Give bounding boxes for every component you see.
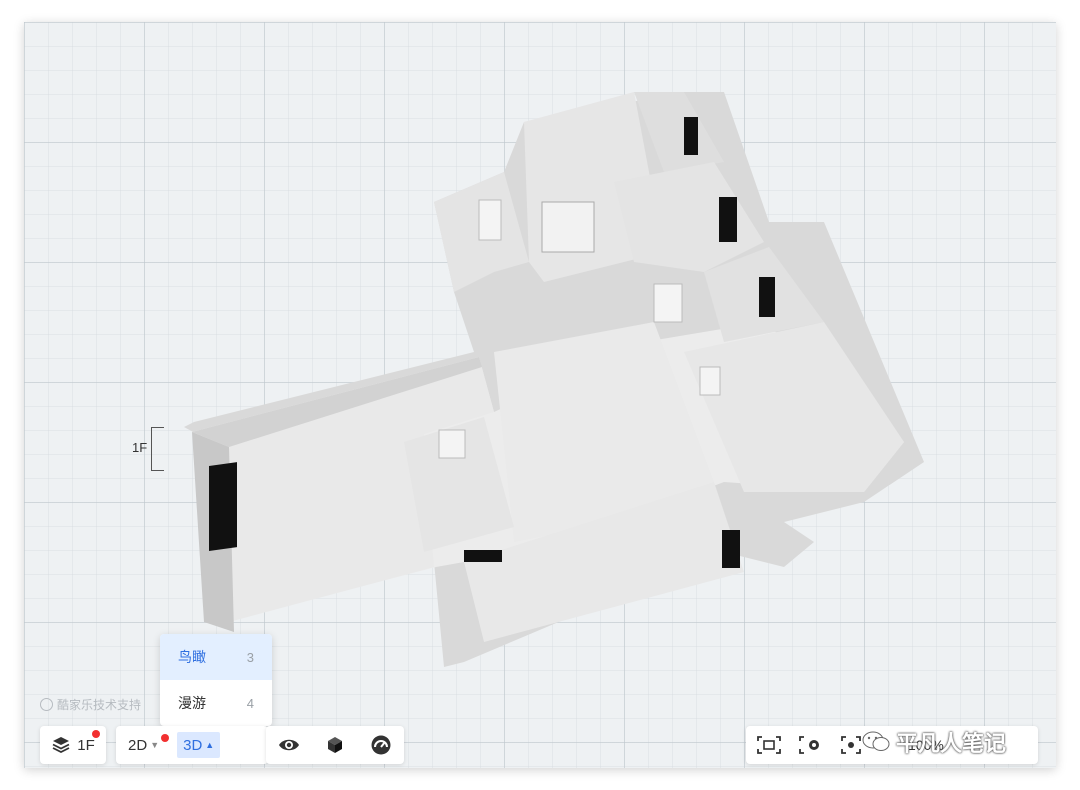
performance-button[interactable] — [370, 734, 392, 756]
floor-badge — [92, 730, 100, 738]
floor-button[interactable]: 1F — [40, 726, 106, 764]
window-right-1 — [684, 117, 698, 155]
crop-view-button[interactable] — [756, 735, 782, 755]
wechat-overlay: 平凡人笔记 — [862, 726, 1006, 758]
crop-view-icon — [757, 736, 781, 754]
door-3 — [653, 283, 683, 323]
floor-selector: 1F — [40, 726, 106, 764]
window-bottom-right — [722, 530, 740, 568]
floor-button-label: 1F — [77, 736, 95, 754]
gauge-icon — [371, 735, 391, 755]
window-bottom — [464, 550, 502, 562]
watermark-icon — [40, 698, 53, 711]
door-1 — [478, 199, 502, 241]
mode-3d-button[interactable]: 3D ▲ — [177, 732, 221, 758]
visibility-button[interactable] — [278, 734, 300, 756]
mode-2d-badge — [161, 734, 170, 742]
mode-2d-button[interactable]: 2D ▼ — [122, 732, 170, 758]
eye-icon — [279, 739, 299, 751]
caret-up-icon: ▲ — [205, 740, 215, 750]
floor-label: 1F — [132, 440, 148, 455]
mode-3d-label: 3D — [183, 736, 203, 754]
view-mode-menu: 鸟瞰 3 漫游 4 — [160, 634, 272, 726]
door-2 — [438, 429, 466, 459]
cube-button[interactable] — [324, 734, 346, 756]
menu-item-count: 3 — [246, 649, 254, 665]
cube-icon — [328, 737, 342, 753]
mode-2d-label: 2D — [128, 736, 148, 754]
focus-icon — [841, 736, 861, 754]
door-4 — [699, 366, 721, 396]
window-right-3 — [759, 277, 775, 317]
menu-item-birdseye[interactable]: 鸟瞰 3 — [160, 634, 272, 680]
view-tools — [266, 726, 404, 764]
wechat-icon — [862, 731, 890, 751]
menu-item-count: 4 — [246, 695, 254, 711]
wechat-text: 平凡人笔记 — [896, 731, 1007, 756]
door-double-1 — [541, 201, 595, 253]
window-left — [209, 462, 237, 551]
menu-item-label: 鸟瞰 — [178, 649, 206, 665]
layers-icon — [52, 737, 70, 754]
view-mode-switch: 2D ▼ 3D ▲ — [116, 726, 268, 764]
viewport[interactable]: 1F 酷家乐技术支持 鸟瞰 3 漫游 4 1F 2D ▼ 3D ▲ 100% 平… — [24, 22, 1056, 768]
menu-item-label: 漫游 — [178, 695, 206, 711]
menu-item-roam[interactable]: 漫游 4 — [160, 680, 272, 726]
focus-button[interactable] — [840, 735, 862, 755]
floor-bracket — [151, 427, 164, 471]
view-settings-button[interactable] — [798, 735, 824, 755]
watermark-text: 酷家乐技术支持 — [57, 698, 142, 712]
view-settings-icon — [799, 736, 819, 754]
caret-down-icon: ▼ — [150, 740, 160, 750]
watermark: 酷家乐技术支持 — [40, 696, 141, 713]
window-right-2 — [719, 197, 737, 242]
